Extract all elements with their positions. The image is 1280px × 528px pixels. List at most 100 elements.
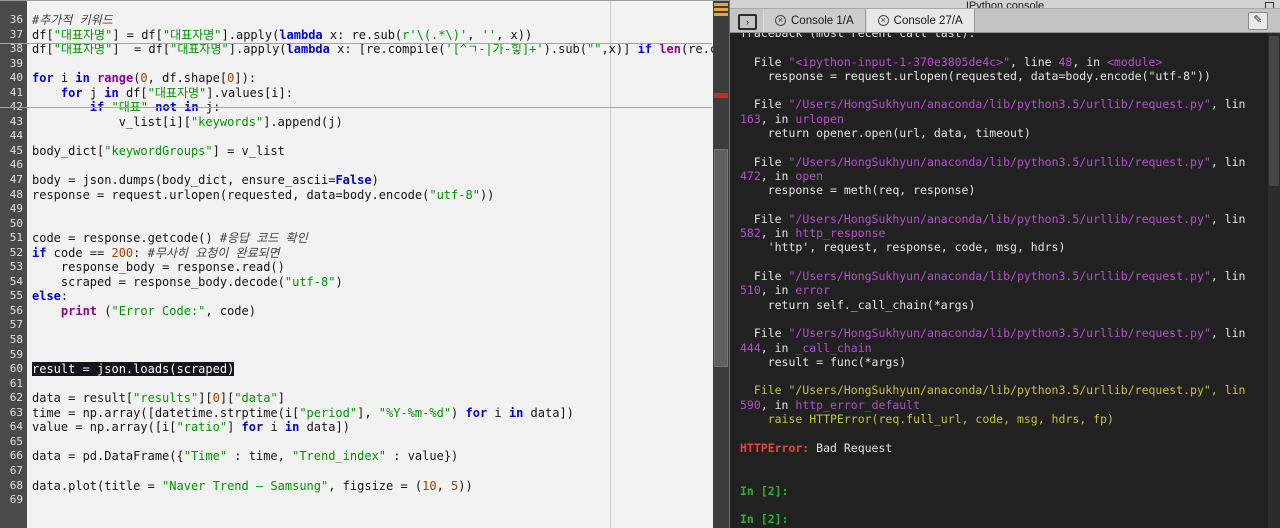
line-number[interactable]: 62 — [0, 391, 27, 406]
line-number[interactable]: 51 — [0, 231, 27, 246]
line-number[interactable]: 48 — [0, 188, 27, 203]
editor-scrollbar-thumb[interactable] — [714, 149, 728, 367]
console-scrollbar[interactable] — [1268, 33, 1280, 528]
code-line[interactable]: #추가적 키워드 — [32, 13, 713, 28]
text-segment: "Time" — [183, 449, 228, 464]
code-line[interactable]: body_dict["keywordGroups"] = v_list — [32, 144, 713, 159]
code-line[interactable]: time = np.array([datetime.strptime(i["pe… — [32, 406, 713, 421]
text-segment: , lin — [1210, 97, 1246, 112]
pane-menu-icon[interactable] — [1265, 2, 1274, 8]
warning-flag-icon[interactable] — [714, 8, 728, 11]
code-line[interactable] — [32, 202, 713, 217]
line-number[interactable]: 69 — [0, 493, 27, 508]
code-line[interactable] — [32, 318, 713, 333]
code-line[interactable] — [32, 348, 713, 363]
console-line: 163, in urlopen — [740, 112, 1268, 126]
close-tab-icon[interactable]: × — [877, 15, 889, 26]
line-number[interactable]: 52 — [0, 246, 27, 261]
code-line[interactable]: body = json.dumps(body_dict, ensure_asci… — [32, 173, 713, 188]
code-line[interactable]: for j in df["대표자명"].values[i]: — [32, 86, 713, 101]
console-scrollbar-thumb[interactable] — [1269, 36, 1279, 186]
code-line[interactable] — [32, 493, 713, 508]
line-number[interactable]: 46 — [0, 158, 27, 173]
code-line[interactable] — [32, 129, 713, 144]
code-line[interactable]: scraped = response_body.decode("utf-8") — [32, 275, 713, 290]
code-line[interactable]: for i in range(0, df.shape[0]): — [32, 71, 713, 86]
line-number[interactable]: 60 — [0, 362, 27, 377]
code-line[interactable]: value = np.array([i["ratio"] for i in da… — [32, 420, 713, 435]
text-segment: '[^ㄱ-|가-힣]+' — [445, 42, 544, 57]
line-number[interactable]: 37 — [0, 28, 27, 43]
line-number[interactable]: 47 — [0, 173, 27, 188]
line-number[interactable]: 53 — [0, 260, 27, 275]
console-line: HTTPError: Bad Request — [740, 441, 1268, 455]
code-line[interactable]: df["대표자명"] = df["대표자명"].apply(lambda x: … — [32, 42, 713, 57]
text-segment: j — [82, 85, 105, 100]
line-number[interactable]: 63 — [0, 406, 27, 421]
line-number[interactable]: 61 — [0, 377, 27, 392]
line-number[interactable]: 59 — [0, 348, 27, 363]
code-line[interactable] — [32, 158, 713, 173]
code-line[interactable]: df["대표자명"] = df["대표자명"].apply(lambda x: … — [32, 28, 713, 43]
text-segment: ] = df[ — [112, 42, 171, 57]
line-number[interactable]: 57 — [0, 318, 27, 333]
code-line[interactable]: code = response.getcode() #응답 코드 확인 — [32, 231, 713, 246]
code-line[interactable] — [32, 435, 713, 450]
code-line[interactable]: response_body = response.read() — [32, 260, 713, 275]
error-flag-icon[interactable] — [714, 93, 728, 98]
text-segment: 0 — [212, 391, 220, 406]
line-number[interactable]: 68 — [0, 479, 27, 494]
line-number[interactable]: 43 — [0, 115, 27, 130]
line-number[interactable]: 44 — [0, 129, 27, 144]
line-number[interactable]: 58 — [0, 333, 27, 348]
code-line[interactable]: else: — [32, 289, 713, 304]
close-tab-icon[interactable]: × — [775, 15, 786, 26]
line-number[interactable]: 36 — [0, 13, 27, 28]
line-number[interactable]: 54 — [0, 275, 27, 290]
warning-flag-icon[interactable] — [714, 3, 728, 6]
console-tab[interactable]: × Console 27/A — [865, 9, 975, 32]
text-segment: , figsize = ( — [328, 478, 423, 493]
browse-tabs-icon[interactable]: › — [738, 14, 757, 30]
console-line: In [2]: — [740, 484, 1268, 498]
code-line[interactable]: data.plot(title = "Naver Trend – Samsung… — [32, 479, 713, 494]
warning-flag-icon[interactable] — [714, 13, 728, 16]
code-line[interactable] — [32, 333, 713, 348]
line-number[interactable]: 55 — [0, 289, 27, 304]
text-segment — [32, 86, 61, 100]
editor-code[interactable]: #추가적 키워드 df["대표자명"] = df["대표자명"].apply(la… — [27, 1, 713, 528]
code-line[interactable] — [32, 464, 713, 479]
line-number[interactable]: 40 — [0, 71, 27, 86]
line-number[interactable]: 49 — [0, 202, 27, 217]
text-segment: return opener.open(url, data, timeout) — [740, 126, 1031, 141]
code-line[interactable]: result = json.loads(scraped) — [32, 362, 713, 377]
code-line[interactable]: v_list[i]["keywords"].append(j) — [32, 115, 713, 130]
code-line[interactable] — [32, 217, 713, 232]
editor-scrollbar[interactable] — [713, 1, 729, 528]
editor-gutter[interactable]: 36 37 38 39 40 41 42 43 44 45 46 47 48 49 50 51 52 53 54 55… — [0, 1, 27, 528]
line-number[interactable]: 64 — [0, 420, 27, 435]
code-line[interactable] — [32, 57, 713, 72]
code-line[interactable]: response = request.urlopen(requested, da… — [32, 188, 713, 203]
code-line[interactable]: print ("Error Code:", code) — [32, 304, 713, 319]
line-number[interactable]: 41 — [0, 86, 27, 101]
code-line[interactable] — [32, 377, 713, 392]
line-number[interactable]: 56 — [0, 304, 27, 319]
rename-console-icon[interactable]: ✎ — [1248, 12, 1268, 30]
text-segment: scraped = response_body.decode( — [32, 274, 285, 289]
text-segment: x: [re.compile( — [329, 42, 446, 57]
console-output[interactable]: Traceback (most recent call last): File … — [730, 33, 1268, 528]
code-line[interactable]: data = pd.DataFrame({"Time" : time, "Tre… — [32, 449, 713, 464]
code-line[interactable]: data = result["results"][0]["data"] — [32, 391, 713, 406]
line-number[interactable]: 65 — [0, 435, 27, 450]
line-number[interactable]: 39 — [0, 57, 27, 72]
line-number[interactable]: 45 — [0, 144, 27, 159]
code-line[interactable]: if code == 200: #무사히 요청이 완료되면 — [32, 246, 713, 261]
line-number[interactable]: 38 — [0, 42, 27, 57]
text-segment: , code) — [205, 303, 256, 318]
line-number[interactable]: 50 — [0, 217, 27, 232]
console-tab[interactable]: × Console 1/A — [763, 9, 866, 32]
line-number[interactable]: 67 — [0, 464, 27, 479]
line-number[interactable]: 66 — [0, 449, 27, 464]
